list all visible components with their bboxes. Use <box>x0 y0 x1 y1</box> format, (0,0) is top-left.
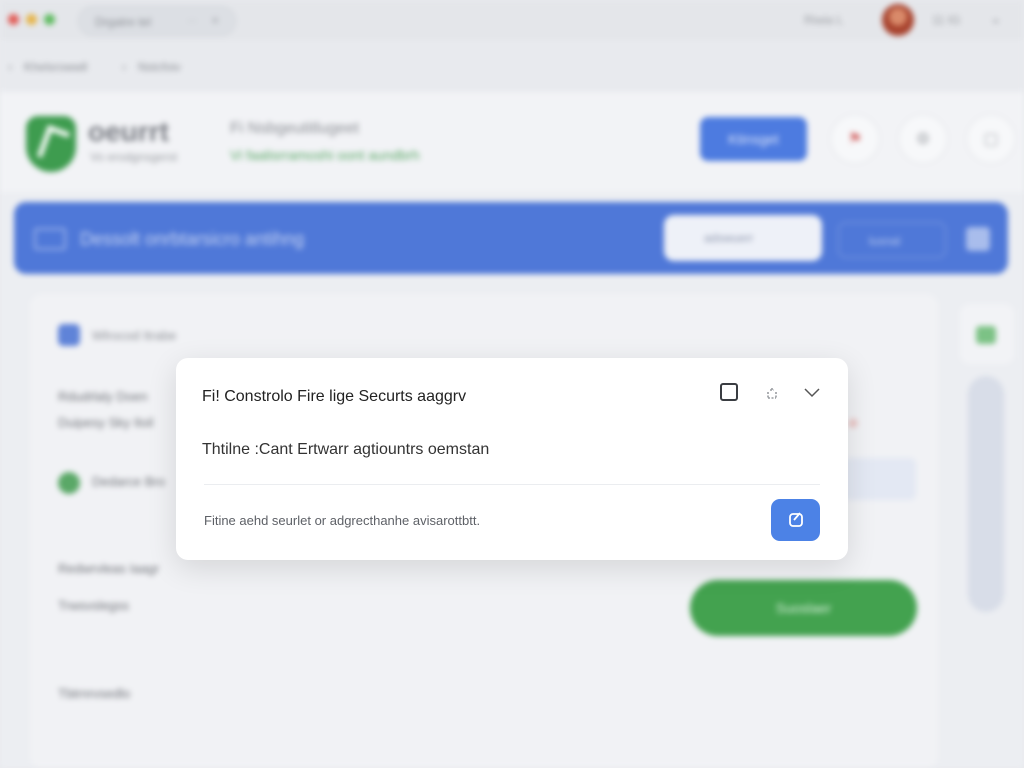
sidebar-toggle-icon[interactable] <box>34 228 66 250</box>
save-button[interactable]: Suoslaer <box>690 580 917 636</box>
section-title: Wlrocod Itrabe <box>92 328 177 343</box>
status-dot <box>58 472 80 494</box>
brand-tagline: Vo erodgnsgerst <box>90 150 178 164</box>
scrollbar[interactable] <box>968 376 1004 612</box>
tab-menu-icon[interactable]: ⋯ <box>187 16 197 27</box>
edit-icon <box>789 512 803 527</box>
breadcrumb-separator: › <box>8 60 12 74</box>
breadcrumb-item[interactable]: Nstcfoiv <box>138 60 181 74</box>
close-window-button[interactable] <box>8 14 19 25</box>
expand-icon[interactable] <box>966 227 990 251</box>
tab-label: Drgatre tel <box>95 15 152 29</box>
row-label: Trwsvslegss <box>58 598 130 613</box>
tab-close-icon[interactable]: ✕ <box>211 16 219 27</box>
brand-name: oeurrt <box>88 116 169 147</box>
header-link[interactable]: Vi faalisrramoshi oont aundbrh <box>230 147 420 163</box>
header-title: Fi Nsbgeutitlugeet <box>230 120 359 137</box>
row-label: Duipesy Sky Iloil <box>58 415 154 430</box>
panel-icon <box>976 326 996 344</box>
checkbox-icon[interactable] <box>720 383 738 401</box>
dialog: Fi! Constrolo Fire lige Securts aaggrv T… <box>176 358 848 560</box>
confirm-button[interactable] <box>771 499 820 541</box>
divider <box>204 484 820 485</box>
row-label: Tbtrnrvsedlo <box>58 686 131 701</box>
dialog-footer-text: Fitine aehd seurlet or adgrecthanhe avis… <box>204 513 481 528</box>
maximize-window-button[interactable] <box>44 14 55 25</box>
checkbox[interactable] <box>58 324 80 346</box>
banner-outline-button[interactable]: lusnal <box>838 222 946 258</box>
dialog-title: Fi! Constrolo Fire lige Securts aaggrv <box>202 388 467 405</box>
banner-outline-label: lusnal <box>869 234 901 248</box>
window-titlebar: Drgatre tel ⋯ ✕ Riwia L 11 IG ⌄ <box>0 0 1024 40</box>
chevron-down-icon[interactable] <box>802 382 822 402</box>
value-field[interactable] <box>840 458 916 500</box>
clock: 11 IG <box>932 13 961 27</box>
search-placeholder: adswuerr <box>704 231 754 245</box>
chat-icon[interactable]: ▢ <box>966 114 1016 164</box>
row-label: Redwrvleas Iaagr <box>58 561 160 576</box>
row-label: Dedarce Bro <box>92 474 165 489</box>
breadcrumb-separator: › <box>122 60 126 74</box>
search-input[interactable]: adswuerr <box>664 215 822 261</box>
breadcrumb-item[interactable]: Khelsrowwll <box>24 60 87 74</box>
primary-button[interactable]: Ktinsget <box>700 117 807 161</box>
breadcrumb: › Khelsrowwll › Nstcfoiv <box>0 40 1024 92</box>
pin-icon[interactable] <box>762 384 782 404</box>
chevron-down-icon[interactable]: ⌄ <box>990 10 1002 27</box>
minimize-window-button[interactable] <box>26 14 37 25</box>
browser-tab[interactable]: Drgatre tel ⋯ ✕ <box>78 6 236 36</box>
user-name: Riwia L <box>804 13 844 27</box>
right-panel-button[interactable] <box>960 304 1014 364</box>
avatar[interactable] <box>882 4 914 36</box>
banner-title: Dessolt onrbtarsicro antihng <box>80 229 305 249</box>
error-indicator: ⊘ <box>848 416 859 430</box>
gear-icon[interactable]: ⚙ <box>898 114 948 164</box>
row-label: Rdudrlaly Doen <box>58 389 148 404</box>
alert-icon[interactable]: ⚑ <box>830 114 880 164</box>
shield-logo-icon <box>26 116 76 172</box>
dialog-body: Thtilne :Cant Ertwarr agtiountrs oemstan <box>202 441 490 458</box>
